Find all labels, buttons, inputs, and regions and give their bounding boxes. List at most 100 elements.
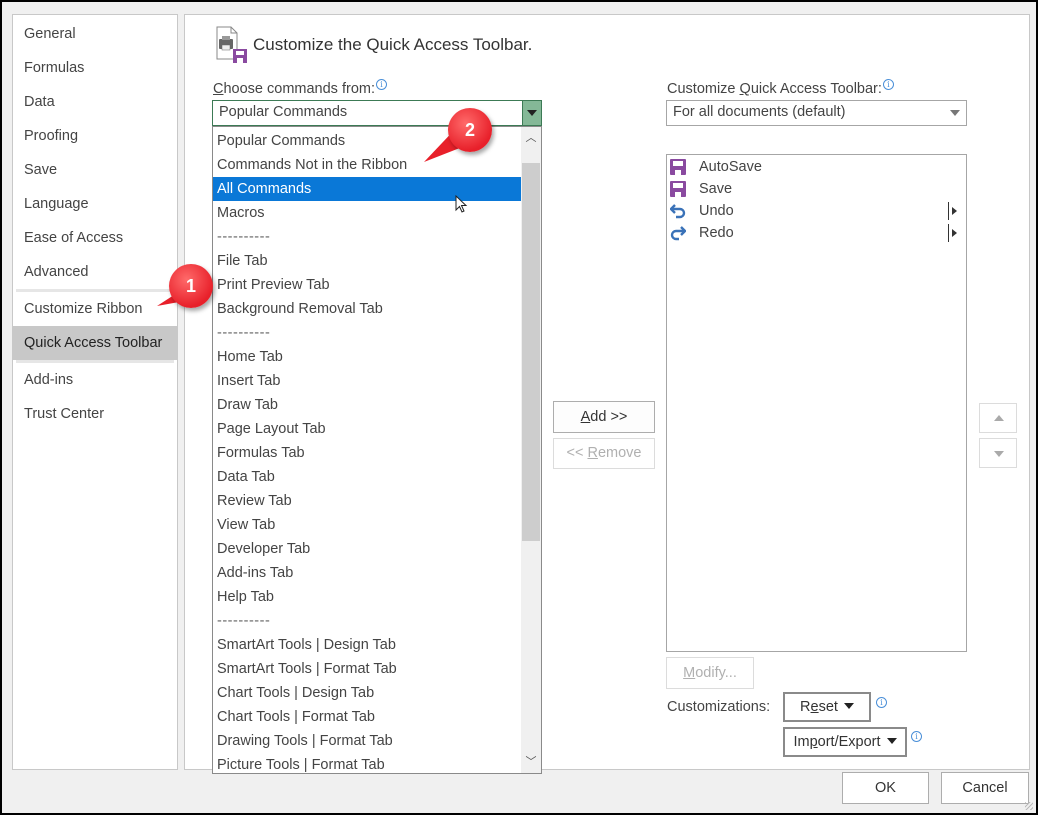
move-up-button[interactable] [979,403,1017,433]
sidebar-item-proofing[interactable]: Proofing [13,119,177,153]
combo-dropdown-button[interactable] [522,101,541,125]
scroll-down-icon[interactable]: ﹀ [521,753,541,771]
dropdown-option[interactable]: Chart Tools | Design Tab [213,681,521,705]
undo-arrow-icon [669,203,686,219]
callout-marker-2: 2 [420,106,500,166]
commands-dropdown-list[interactable]: Popular Commands Commands Not in the Ribb… [212,126,542,774]
qat-item-save[interactable]: Save [667,178,966,200]
chevron-down-icon [886,738,897,744]
dropdown-option[interactable]: Picture Tools | Format Tab [213,753,521,773]
info-icon[interactable]: i [876,697,887,708]
dropdown-option[interactable]: View Tab [213,513,521,537]
qat-item-autosave[interactable]: AutoSave [667,156,966,178]
customize-qat-label: Customize Quick Access Toolbar: i [667,79,894,97]
dropdown-option[interactable]: Add-ins Tab [213,561,521,585]
sidebar-item-language[interactable]: Language [13,187,177,221]
qat-customize-icon [213,25,249,65]
chevron-down-icon [527,110,537,116]
dropdown-option[interactable]: Background Removal Tab [213,297,521,321]
access-key: M [683,665,696,681]
redo-arrow-icon [670,225,687,241]
access-key: C [213,81,224,97]
label-text: uick Access Toolbar: [750,81,882,97]
mouse-cursor-icon [455,194,469,219]
info-icon[interactable]: i [376,79,387,90]
button-label: Im [793,734,810,750]
cancel-button[interactable]: Cancel [941,772,1029,804]
chevron-down-icon[interactable] [950,110,960,116]
dropdown-option[interactable]: Help Tab [213,585,521,609]
dropdown-option[interactable]: All Commands [213,177,521,201]
item-label: Save [699,181,733,197]
sidebar-item-customize-ribbon[interactable]: Customize Ribbon [13,292,177,326]
sidebar-item-general[interactable]: General [13,17,177,51]
access-key: R [587,445,598,461]
customize-qat-scope-combo[interactable]: For all documents (default) [666,100,967,126]
button-label: << [566,445,588,461]
sidebar-item-ease-of-access[interactable]: Ease of Access [13,221,177,255]
ok-button[interactable]: OK [842,772,929,804]
excel-options-dialog: General Formulas Data Proofing Save Lang… [2,2,1036,813]
floppy-disk-icon [670,181,686,197]
dropdown-option[interactable]: Insert Tab [213,369,521,393]
combo-value: For all documents (default) [673,104,846,120]
dropdown-option[interactable]: SmartArt Tools | Format Tab [213,657,521,681]
triangle-up-icon [994,415,1004,421]
remove-button[interactable]: << Remove [553,438,655,469]
dropdown-option[interactable]: Developer Tab [213,537,521,561]
button-label: set [818,699,838,715]
floppy-disk-icon [670,159,686,175]
dropdown-option[interactable]: SmartArt Tools | Design Tab [213,633,521,657]
qat-item-redo[interactable]: Redo [667,222,966,244]
sidebar-item-quick-access-toolbar[interactable]: Quick Access Toolbar [13,326,177,360]
dropdown-option[interactable]: Review Tab [213,489,521,513]
sidebar-item-add-ins[interactable]: Add-ins [13,363,177,397]
dropdown-separator: ---------- [217,325,271,341]
modify-button[interactable]: Modify... [666,657,754,689]
qat-item-undo[interactable]: Undo [667,200,966,222]
callout-marker-1: 1 [155,262,215,322]
customizations-label: Customizations: [667,699,771,715]
triangle-down-icon [994,451,1004,457]
panel-title: Customize the Quick Access Toolbar. [253,35,533,54]
dropdown-option[interactable]: Data Tab [213,465,521,489]
dropdown-scrollbar[interactable]: ︿ ﹀ [521,127,541,773]
sidebar-item-formulas[interactable]: Formulas [13,51,177,85]
dropdown-option[interactable]: Macros [213,201,521,225]
scrollbar-thumb[interactable] [522,163,540,541]
item-label: AutoSave [699,159,762,175]
import-export-menu-button[interactable]: Import/Export [783,727,907,757]
dropdown-option[interactable]: Page Layout Tab [213,417,521,441]
qat-panel: Customize the Quick Access Toolbar. Choo… [184,14,1030,774]
scroll-up-icon[interactable]: ︿ [521,129,541,147]
submenu-arrow-icon[interactable] [948,224,958,242]
sidebar-item-data[interactable]: Data [13,85,177,119]
submenu-arrow-icon[interactable] [948,202,958,220]
dropdown-option[interactable]: Chart Tools | Format Tab [213,705,521,729]
move-down-button[interactable] [979,438,1017,468]
dropdown-option[interactable]: Home Tab [213,345,521,369]
sidebar-item-save[interactable]: Save [13,153,177,187]
dropdown-option[interactable]: Formulas Tab [213,441,521,465]
dropdown-option[interactable]: Draw Tab [213,393,521,417]
dropdown-separator: ---------- [217,229,271,245]
info-icon[interactable]: i [911,731,922,742]
choose-commands-label: Choose commands from: i [213,79,387,97]
button-label: ort/Export [817,734,881,750]
combo-value: Popular Commands [219,104,348,120]
reset-menu-button[interactable]: Reset [783,692,871,722]
chevron-down-icon [843,703,854,709]
item-label: Redo [699,225,734,241]
add-button[interactable]: Add >> [553,401,655,433]
info-icon[interactable]: i [882,79,894,90]
label-text: Customize [667,81,740,97]
access-key: p [809,734,818,750]
dropdown-option[interactable]: Print Preview Tab [213,273,521,297]
dropdown-option[interactable]: File Tab [213,249,521,273]
dropdown-option[interactable]: Drawing Tools | Format Tab [213,729,521,753]
resize-grip[interactable] [1025,802,1033,810]
sidebar-item-trust-center[interactable]: Trust Center [13,397,177,431]
qat-commands-list[interactable]: AutoSave Save Undo Redo [666,154,967,652]
button-label: emove [597,445,642,461]
sidebar-item-advanced[interactable]: Advanced [13,255,177,289]
